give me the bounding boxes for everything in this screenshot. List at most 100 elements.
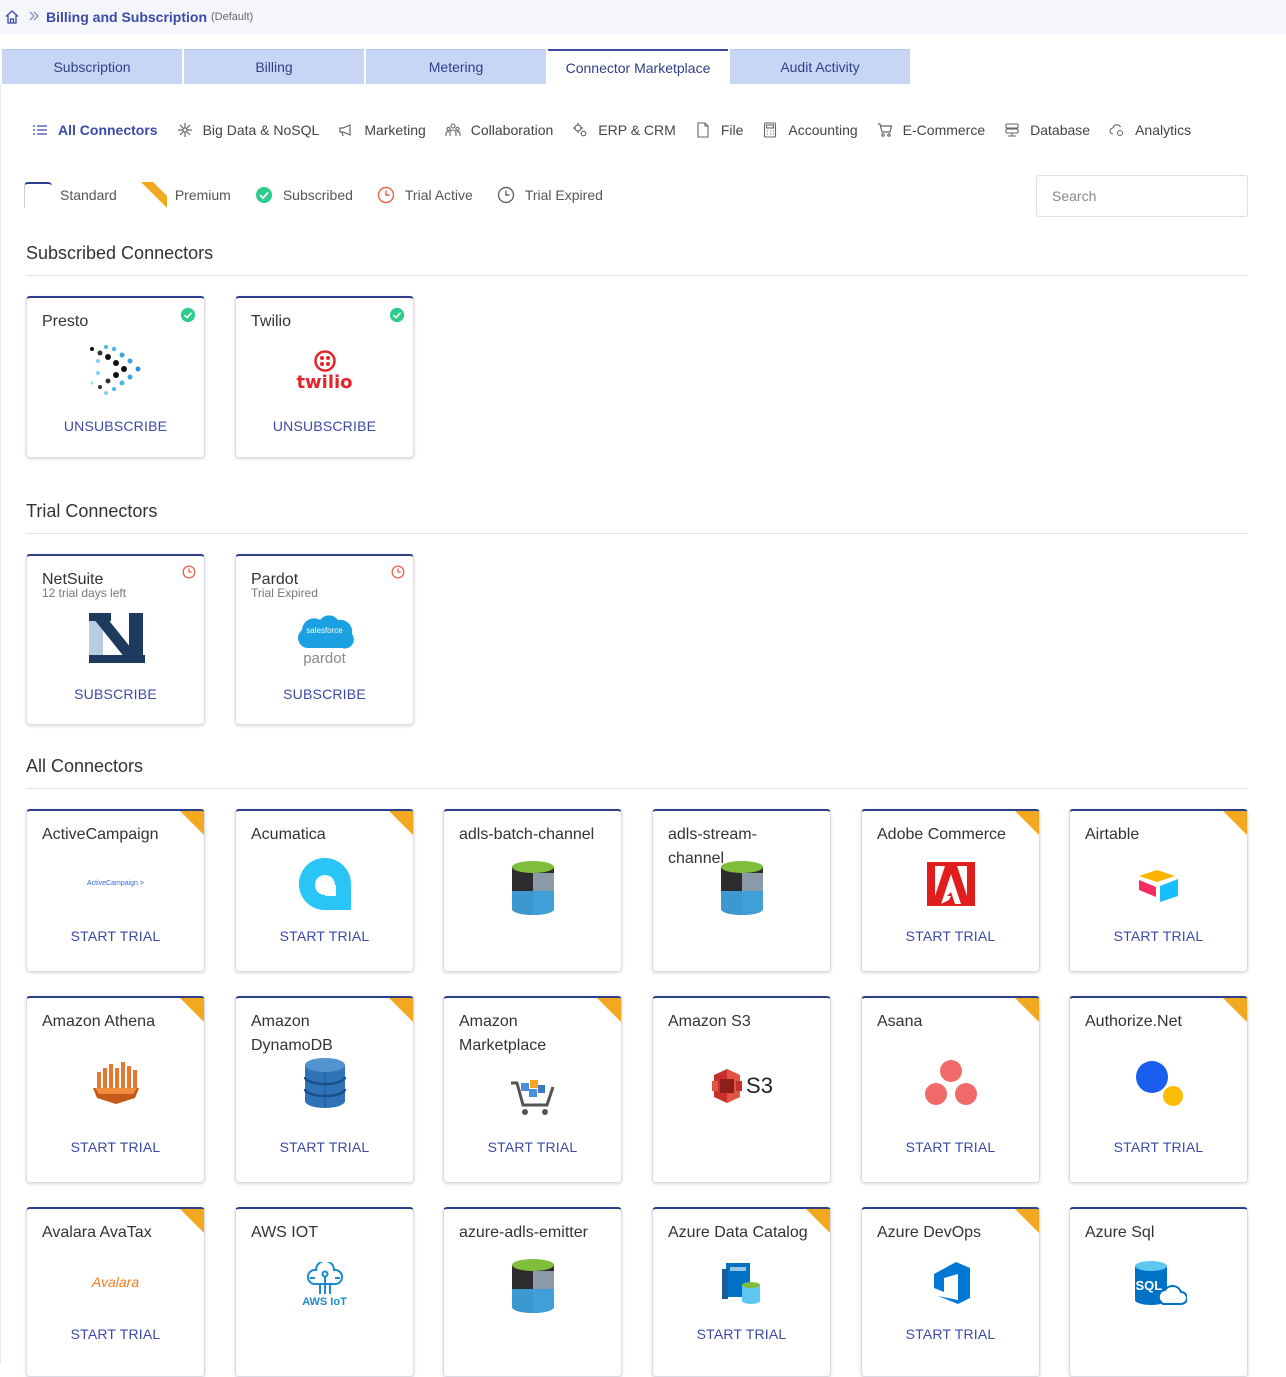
category-file[interactable]: File — [695, 122, 744, 138]
connector-name: Amazon DynamoDB — [251, 1013, 333, 1054]
server-icon — [1004, 122, 1020, 138]
connector-name: Authorize.Net — [1085, 1013, 1182, 1030]
connector-card-amazon-dynamodb[interactable]: Amazon DynamoDB START TRIAL — [235, 996, 414, 1183]
category-ecommerce[interactable]: E-Commerce — [877, 122, 985, 138]
s3-logo: S3 — [653, 1066, 830, 1106]
activecampaign-wordmark: ActiveCampaign > — [86, 879, 144, 887]
category-label: File — [720, 122, 744, 138]
connector-name: Amazon Athena — [42, 1013, 155, 1030]
azure-data-lake-logo — [444, 859, 621, 917]
start-trial-button[interactable]: START TRIAL — [444, 1139, 621, 1155]
category-database[interactable]: Database — [1004, 122, 1090, 138]
tab-connector-marketplace[interactable]: Connector Marketplace — [548, 49, 728, 84]
salesforce-wordmark: salesforce — [306, 625, 343, 635]
connector-card-netsuite[interactable]: NetSuite 12 trial days left SUBSCRIBE — [26, 554, 205, 725]
start-trial-button[interactable]: START TRIAL — [862, 1326, 1039, 1342]
connector-card-aws-iot[interactable]: AWS IOT AWS IoT — [235, 1207, 414, 1377]
tab-bar: Subscription Billing Metering Connector … — [2, 49, 912, 84]
connector-card-authorize-net[interactable]: Authorize.Net START TRIAL — [1069, 996, 1248, 1183]
legend-premium: Premium — [140, 182, 231, 208]
connector-card-azure-devops[interactable]: Azure DevOps START TRIAL — [861, 1207, 1040, 1377]
start-trial-button[interactable]: START TRIAL — [27, 1326, 204, 1342]
category-all-connectors[interactable]: All Connectors — [32, 122, 158, 138]
activecampaign-logo: ActiveCampaign > — [27, 873, 204, 893]
azure-data-catalog-logo — [653, 1259, 830, 1307]
start-trial-button[interactable]: START TRIAL — [862, 928, 1039, 944]
check-circle-icon — [180, 307, 196, 323]
category-erp-crm[interactable]: ERP & CRM — [572, 122, 676, 138]
connector-card-azure-sql[interactable]: Azure Sql SQL — [1069, 1207, 1248, 1377]
sql-wordmark: SQL — [1135, 1278, 1163, 1293]
unsubscribe-button[interactable]: UNSUBSCRIBE — [236, 418, 413, 434]
start-trial-button[interactable]: START TRIAL — [653, 1326, 830, 1342]
connector-card-amazon-athena[interactable]: Amazon Athena START TRIAL — [26, 996, 205, 1183]
start-trial-button[interactable]: START TRIAL — [1070, 1139, 1247, 1155]
clock-red-icon — [391, 565, 405, 579]
connector-name: Acumatica — [251, 826, 326, 843]
megaphone-icon — [338, 122, 354, 138]
legend-label: Trial Active — [404, 187, 473, 203]
breadcrumb: Billing and Subscription (Default) — [0, 0, 1286, 34]
clock-red-icon — [377, 186, 395, 204]
pardot-logo: salesforce pardot — [236, 612, 413, 668]
legend-label: Premium — [174, 187, 231, 203]
connector-name: Twilio — [251, 313, 292, 330]
start-trial-button[interactable]: START TRIAL — [236, 928, 413, 944]
connector-card-amazon-marketplace[interactable]: Amazon Marketplace START TRIAL — [443, 996, 622, 1183]
connector-name: Amazon Marketplace — [459, 1013, 547, 1054]
connector-name: azure-adls-emitter — [459, 1224, 588, 1241]
connector-card-presto[interactable]: Presto UNSUBSCRIBE — [26, 296, 205, 458]
start-trial-button[interactable]: START TRIAL — [1070, 928, 1247, 944]
azure-data-lake-logo — [653, 859, 830, 917]
connector-name: Asana — [877, 1013, 923, 1030]
legend-trial-active: Trial Active — [377, 186, 473, 204]
legend-label: Trial Expired — [524, 187, 603, 203]
connector-name: Azure Data Catalog — [668, 1224, 808, 1241]
connector-card-activecampaign[interactable]: ActiveCampaign ActiveCampaign > START TR… — [26, 809, 205, 972]
azure-sql-logo: SQL — [1070, 1257, 1247, 1315]
asana-logo — [862, 1056, 1039, 1110]
connector-card-azure-adls-emitter[interactable]: azure-adls-emitter — [443, 1207, 622, 1377]
start-trial-button[interactable]: START TRIAL — [236, 1139, 413, 1155]
presto-logo — [27, 342, 204, 398]
connector-card-adls-batch-channel[interactable]: adls-batch-channel — [443, 809, 622, 972]
connector-card-acumatica[interactable]: Acumatica START TRIAL — [235, 809, 414, 972]
connector-card-azure-data-catalog[interactable]: Azure Data Catalog START TRIAL — [652, 1207, 831, 1377]
aws-iot-wordmark: AWS IoT — [302, 1296, 347, 1308]
start-trial-button[interactable]: START TRIAL — [27, 928, 204, 944]
subscribe-button[interactable]: SUBSCRIBE — [27, 686, 204, 702]
tab-metering[interactable]: Metering — [366, 49, 546, 84]
connector-card-amazon-s3[interactable]: Amazon S3 S3 — [652, 996, 831, 1183]
legend-label: Subscribed — [282, 187, 353, 203]
divider — [26, 275, 1248, 276]
divider — [26, 788, 1248, 789]
trial-days-left: 12 trial days left — [42, 586, 127, 600]
category-collaboration[interactable]: Collaboration — [445, 122, 553, 138]
unsubscribe-button[interactable]: UNSUBSCRIBE — [27, 418, 204, 434]
trial-status: Trial Expired — [251, 586, 318, 600]
connector-name: Adobe Commerce — [877, 826, 1006, 843]
search-input[interactable]: Search — [1036, 175, 1248, 217]
start-trial-button[interactable]: START TRIAL — [862, 1139, 1039, 1155]
category-filter-bar: All Connectors Big Data & NoSQL Marketin… — [32, 122, 1210, 138]
connector-card-pardot[interactable]: Pardot Trial Expired salesforce pardot S… — [235, 554, 414, 725]
category-accounting[interactable]: Accounting — [762, 122, 858, 138]
connector-card-twilio[interactable]: Twilio twilio UNSUBSCRIBE — [235, 296, 414, 458]
connector-card-asana[interactable]: Asana START TRIAL — [861, 996, 1040, 1183]
category-marketing[interactable]: Marketing — [338, 122, 426, 138]
connector-name: ActiveCampaign — [42, 826, 159, 843]
connector-card-airtable[interactable]: Airtable START TRIAL — [1069, 809, 1248, 972]
start-trial-button[interactable]: START TRIAL — [27, 1139, 204, 1155]
category-analytics[interactable]: Analytics — [1109, 122, 1191, 138]
athena-logo — [27, 1056, 204, 1108]
tab-audit-activity[interactable]: Audit Activity — [730, 49, 910, 84]
connector-card-adls-stream-channel[interactable]: adls-stream-channel — [652, 809, 831, 972]
tab-billing[interactable]: Billing — [184, 49, 364, 84]
connector-card-avalara[interactable]: Avalara AvaTax Avalara START TRIAL — [26, 1207, 205, 1377]
twilio-logo: twilio — [236, 348, 413, 394]
subscribe-button[interactable]: SUBSCRIBE — [236, 686, 413, 702]
connector-card-adobe-commerce[interactable]: Adobe Commerce START TRIAL — [861, 809, 1040, 972]
category-big-data[interactable]: Big Data & NoSQL — [177, 122, 319, 138]
home-icon[interactable] — [4, 9, 20, 25]
tab-subscription[interactable]: Subscription — [2, 49, 182, 84]
